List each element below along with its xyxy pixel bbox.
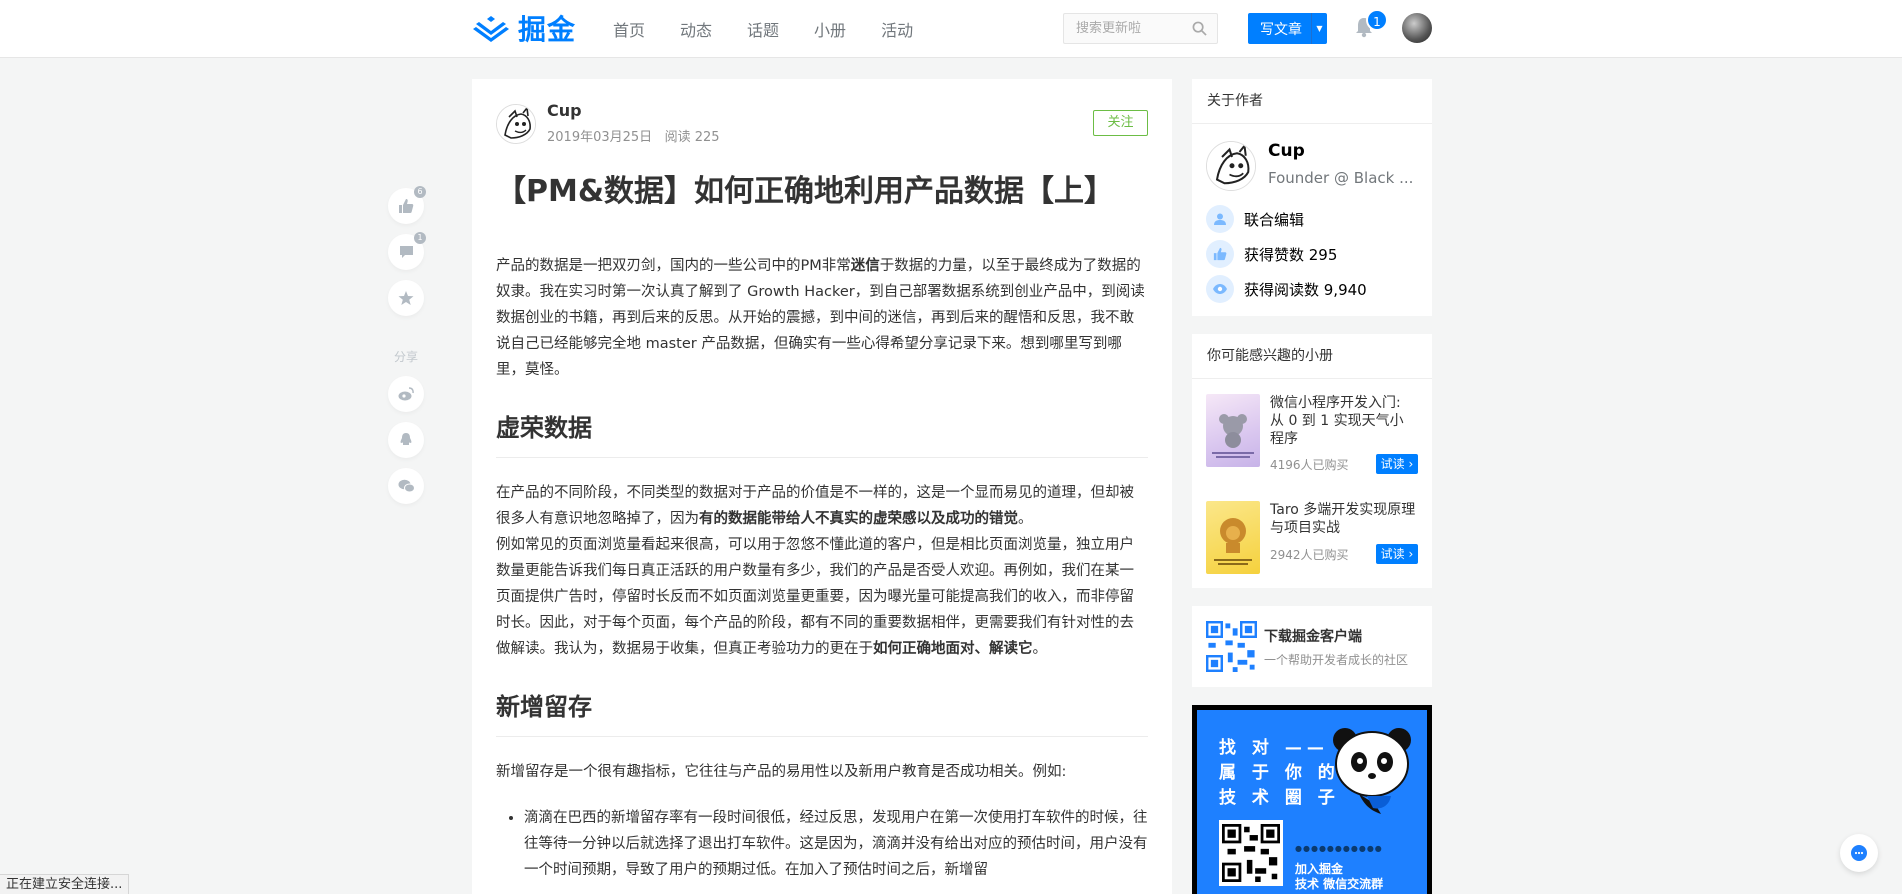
- nav-activity[interactable]: 动态: [680, 17, 712, 41]
- recommended-books-card: 你可能感兴趣的小册 微信小程序开发入门: 从 0 到 1 实现天气小程序 419…: [1192, 334, 1432, 588]
- book-title[interactable]: Taro 多端开发实现原理与项目实战: [1270, 501, 1416, 537]
- bullet-list: 滴滴在巴西的新增留存率有一段时间很低，经过反思，发现用户在第一次使用打车软件的时…: [496, 805, 1148, 883]
- qr-code-icon: [1222, 824, 1280, 882]
- article-body: 产品的数据是一把双刃剑，国内的一些公司中的PM非常迷信于数据的力量，以至于最终成…: [496, 253, 1148, 883]
- author-avatar-image: [497, 105, 535, 143]
- app-download-subtitle: 一个帮助开发者成长的社区: [1264, 653, 1409, 667]
- wechat-qr-code: [1219, 820, 1283, 886]
- stat-label: 获得赞数 295: [1244, 245, 1338, 264]
- star-icon: [398, 291, 414, 305]
- stat-reads: 获得阅读数 9,940: [1206, 275, 1367, 303]
- book-item[interactable]: Taro 多端开发实现原理与项目实战 2942人已购买 试读 ›: [1206, 501, 1418, 576]
- try-read-button[interactable]: 试读 ›: [1376, 544, 1418, 564]
- comment-button[interactable]: 1: [388, 232, 426, 270]
- panda-mascot-illustration: [1333, 728, 1411, 814]
- browser-status-bar: 正在建立安全连接...: [0, 874, 130, 894]
- top-header: 掘金 首页 动态 话题 小册 活动 写文章 ▼ 1: [0, 0, 1902, 58]
- paragraph: 新增留存是一个很有趣指标，它往往与产品的易用性以及新用户教育是否成功相关。例如:: [496, 764, 1067, 780]
- app-download-title: 下载掘金客户端: [1264, 629, 1362, 645]
- try-read-button[interactable]: 试读 ›: [1376, 454, 1418, 474]
- thumbs-up-icon: [1206, 240, 1234, 268]
- article-card: Cup 2019年03月25日 阅读 225 关注 【PM&数据】如何正确地利用…: [472, 79, 1172, 894]
- author-avatar[interactable]: [496, 104, 536, 144]
- follow-button[interactable]: 关注: [1093, 110, 1148, 136]
- nav-books[interactable]: 小册: [814, 17, 846, 41]
- main-nav: 首页 动态 话题 小册 活动: [613, 0, 948, 58]
- juejin-logo[interactable]: 掘金: [472, 10, 576, 46]
- promo-cta: 加入掘金 技术 微信交流群: [1295, 862, 1384, 891]
- weibo-icon: [398, 387, 414, 401]
- article-meta: 2019年03月25日 阅读 225: [547, 126, 720, 145]
- write-article-button[interactable]: 写文章 ▼: [1248, 13, 1327, 44]
- read-count: 阅读 225: [664, 130, 720, 145]
- chevron-down-icon[interactable]: ▼: [1312, 24, 1327, 33]
- chat-bubble-icon: [1851, 845, 1867, 861]
- wechat-group-promo-banner[interactable]: 找 对 —— 属 于 你 的 技 术 圈 子 ●●●●●●●●●●● 加入掘金 …: [1192, 705, 1432, 894]
- nav-events[interactable]: 活动: [881, 17, 913, 41]
- wechat-icon: [398, 479, 415, 493]
- stat-label: 获得阅读数 9,940: [1244, 280, 1367, 299]
- comment-count: 1: [414, 232, 426, 244]
- qr-code-icon: [1206, 621, 1257, 672]
- about-author-avatar[interactable]: [1206, 141, 1256, 191]
- stat-likes: 获得赞数 295: [1206, 240, 1337, 268]
- list-item: 滴滴在巴西的新增留存率有一段时间很低，经过反思，发现用户在第一次使用打车软件的时…: [524, 805, 1148, 883]
- section-heading: 虚荣数据: [496, 411, 1148, 458]
- nav-topics[interactable]: 话题: [747, 17, 779, 41]
- nav-home[interactable]: 首页: [613, 17, 645, 41]
- eye-icon: [1206, 275, 1234, 303]
- book-item[interactable]: 微信小程序开发入门: 从 0 到 1 实现天气小程序 4196人已购买 试读 ›: [1206, 394, 1418, 474]
- book-title[interactable]: 微信小程序开发入门: 从 0 到 1 实现天气小程序: [1270, 394, 1416, 448]
- comment-icon: [399, 246, 413, 258]
- juejin-logo-icon: [473, 16, 509, 42]
- app-download-card[interactable]: 下载掘金客户端 一个帮助开发者成长的社区: [1192, 606, 1432, 687]
- collect-button[interactable]: [388, 280, 424, 316]
- book-cover[interactable]: [1206, 394, 1260, 467]
- about-author-name[interactable]: Cup: [1268, 141, 1305, 161]
- author-avatar-image: [1207, 142, 1255, 190]
- about-author-job: Founder @ Black ...: [1268, 169, 1414, 187]
- stat-label: 联合编辑: [1244, 210, 1305, 229]
- about-author-card: 关于作者 Cup Founder @ Black ... 联合编辑 获得赞数 2…: [1192, 79, 1432, 316]
- book-buyers: 2942人已购买: [1270, 548, 1349, 562]
- about-author-title: 关于作者: [1192, 79, 1432, 124]
- search-icon[interactable]: [1192, 21, 1207, 36]
- like-button[interactable]: 6: [388, 186, 426, 224]
- book-cover[interactable]: [1206, 501, 1260, 574]
- user-avatar[interactable]: [1402, 13, 1432, 43]
- stat-coeditor: 联合编辑: [1206, 205, 1304, 233]
- logo-text: 掘金: [518, 13, 577, 46]
- recommended-books-title: 你可能感兴趣的小册: [1192, 334, 1432, 379]
- share-wechat-button[interactable]: [388, 468, 424, 504]
- decorative-dots: ●●●●●●●●●●●: [1295, 844, 1383, 853]
- author-name[interactable]: Cup: [547, 101, 582, 120]
- notification-badge: 1: [1366, 9, 1388, 31]
- user-icon: [1206, 205, 1234, 233]
- section-heading: 新增留存: [496, 690, 1148, 737]
- like-count: 6: [414, 186, 426, 198]
- book-buyers: 4196人已购买: [1270, 458, 1349, 472]
- paragraph: 产品的数据是一把双刃剑，国内的一些公司中的PM非常迷信于数据的力量，以至于最终成…: [496, 258, 1145, 378]
- promo-headline: 找 对 —— 属 于 你 的 技 术 圈 子: [1219, 738, 1340, 808]
- koala-illustration: [1212, 414, 1254, 458]
- paragraph: 例如常见的页面浏览量看起来很高，可以用于忽悠不懂此道的客户，但是相比页面浏览量，…: [496, 537, 1134, 657]
- share-label: 分享: [394, 350, 419, 364]
- thumbs-up-icon: [399, 199, 414, 213]
- publish-date: 2019年03月25日: [547, 130, 653, 145]
- share-weibo-button[interactable]: [388, 376, 424, 412]
- share-qq-button[interactable]: [388, 422, 424, 458]
- paragraph: 在产品的不同阶段，不同类型的数据对于产品的价值是不一样的，这是一个显而易见的道理…: [496, 485, 1134, 527]
- search-input[interactable]: [1064, 14, 1184, 43]
- feedback-chat-button[interactable]: [1840, 834, 1878, 872]
- search-box: [1063, 13, 1218, 44]
- qq-icon: [400, 433, 412, 445]
- lion-illustration: [1214, 518, 1252, 565]
- article-title: 【PM&数据】如何正确地利用产品数据【上】: [496, 174, 1115, 209]
- write-article-label: 写文章: [1260, 21, 1302, 38]
